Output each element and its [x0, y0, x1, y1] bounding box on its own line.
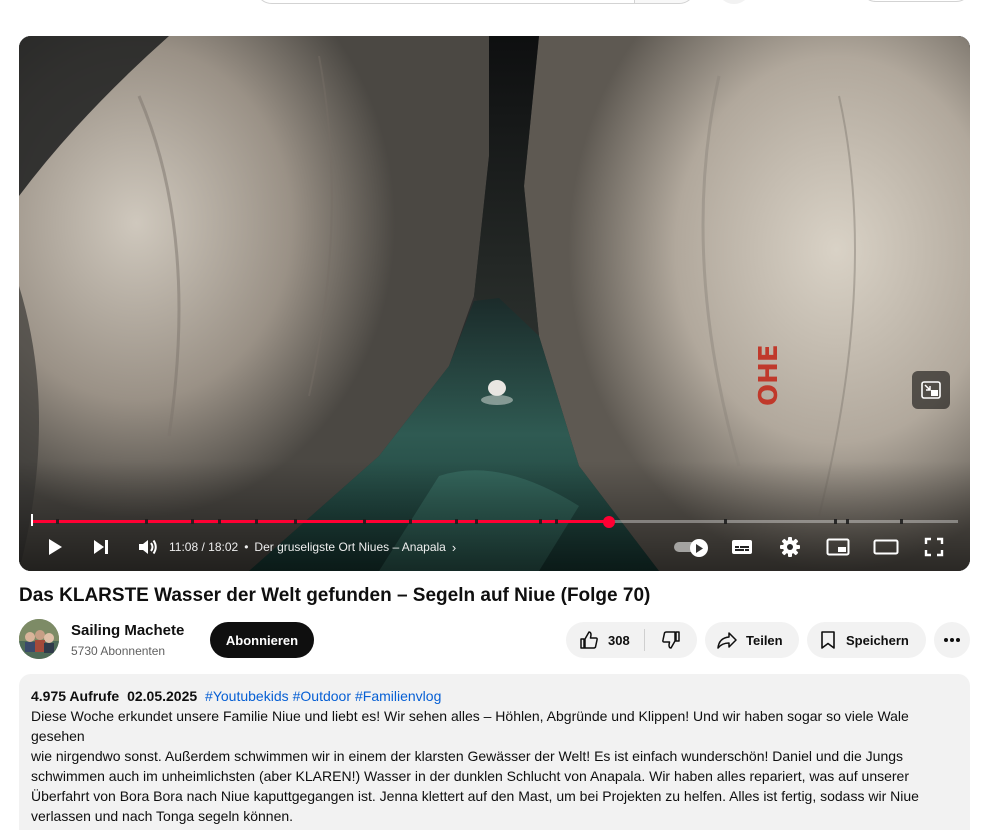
- miniplayer-expand-button[interactable]: [912, 371, 950, 409]
- description-line: verlassen und nach Tonga segeln können.: [31, 808, 294, 824]
- chevron-right-icon: ›: [451, 539, 457, 555]
- subtitles-button[interactable]: [730, 536, 754, 558]
- fullscreen-button[interactable]: [922, 536, 946, 558]
- masthead: [0, 0, 991, 8]
- hashtag-link[interactable]: #Youtubekids: [205, 688, 289, 704]
- description-line: schwimmen auch im unheimlichsten (aber K…: [31, 768, 910, 784]
- description-meta: 4.975 Aufrufe 02.05.2025 #Youtubekids #Ou…: [31, 686, 958, 706]
- next-icon: [94, 540, 108, 554]
- graffiti-text: OHE: [754, 344, 784, 406]
- theater-button[interactable]: [873, 536, 899, 558]
- chapter-marker: [539, 519, 542, 524]
- expand-icon: [921, 381, 941, 399]
- chapter-marker: [724, 519, 727, 524]
- volume-icon: [139, 539, 157, 555]
- sign-in-button[interactable]: [860, 0, 972, 2]
- chapter-start-marker: [31, 514, 33, 526]
- description-line: Diese Woche erkundet unsere Familie Niue…: [31, 708, 909, 744]
- chapter-marker: [218, 519, 221, 524]
- subscribe-button[interactable]: Abonnieren: [210, 622, 314, 658]
- chapter-marker: [409, 519, 412, 524]
- chapter-bullet: •: [244, 540, 249, 554]
- progress-bar[interactable]: [31, 514, 958, 528]
- play-icon: [49, 539, 62, 555]
- fullscreen-icon: [924, 537, 944, 557]
- play-button[interactable]: [43, 536, 67, 558]
- settings-button[interactable]: [778, 536, 802, 558]
- time-current: 11:08: [169, 540, 199, 554]
- mute-button[interactable]: [136, 536, 160, 558]
- description-text: Diese Woche erkundet unsere Familie Niue…: [31, 706, 958, 826]
- share-label: Teilen: [746, 632, 783, 648]
- upload-date: 02.05.2025: [127, 688, 198, 704]
- theater-icon: [873, 539, 899, 555]
- like-count: 308: [608, 632, 630, 648]
- more-icon: [944, 638, 960, 642]
- save-button[interactable]: Speichern: [807, 622, 926, 658]
- chapter-marker: [255, 519, 258, 524]
- autoplay-toggle[interactable]: [674, 539, 710, 557]
- scrub-handle[interactable]: [603, 516, 615, 528]
- channel-avatar-image: [19, 619, 59, 659]
- channel-name[interactable]: Sailing Machete: [71, 622, 184, 639]
- description-box[interactable]: 4.975 Aufrufe 02.05.2025 #Youtubekids #Ou…: [19, 674, 970, 830]
- chapter-title: Der gruseligste Ort Niues – Anapala: [254, 540, 446, 554]
- like-button[interactable]: 308: [566, 622, 645, 658]
- thumbs-down-icon: [662, 631, 680, 649]
- chapter-marker: [294, 519, 297, 524]
- hashtag-link[interactable]: #Outdoor: [293, 688, 351, 704]
- subtitles-icon: [732, 540, 752, 554]
- autoplay-knob: [690, 539, 708, 557]
- more-actions-button[interactable]: [934, 622, 970, 658]
- chapter-marker: [555, 519, 558, 524]
- share-button[interactable]: Teilen: [705, 622, 799, 658]
- search-button[interactable]: [634, 0, 696, 4]
- chapter-marker: [191, 519, 194, 524]
- time-and-chapter[interactable]: 11:08 / 18:02 • Der gruseligste Ort Niue…: [169, 536, 456, 558]
- thumbs-up-icon: [580, 631, 598, 649]
- video-player[interactable]: OHE 11:08 / 18:02 • Der gruseligste Ort …: [19, 36, 970, 571]
- miniplayer-icon: [826, 538, 850, 556]
- next-button[interactable]: [89, 536, 113, 558]
- share-icon: [717, 632, 737, 649]
- chapter-marker: [145, 519, 148, 524]
- bookmark-icon: [821, 631, 835, 649]
- chapter-marker: [846, 519, 849, 524]
- miniplayer-button[interactable]: [825, 536, 851, 558]
- chapter-marker: [834, 519, 837, 524]
- chapter-marker: [363, 519, 366, 524]
- time-total: 18:02: [208, 540, 239, 554]
- view-count: 4.975 Aufrufe: [31, 688, 120, 704]
- search-input[interactable]: [255, 0, 635, 4]
- chapter-marker: [455, 519, 458, 524]
- save-label: Speichern: [846, 632, 909, 648]
- progress-played: [31, 520, 609, 523]
- chapter-marker: [56, 519, 59, 524]
- chapter-marker: [475, 519, 478, 524]
- chapter-marker: [900, 519, 903, 524]
- gear-icon: [780, 537, 800, 557]
- voice-search-button[interactable]: [717, 0, 751, 4]
- avatar[interactable]: [19, 619, 59, 659]
- subscriber-count: 5730 Abonnenten: [71, 644, 166, 658]
- autoplay-play-icon: [696, 543, 703, 553]
- video-title: Das KLARSTE Wasser der Welt gefunden – S…: [19, 585, 651, 606]
- dislike-button[interactable]: [645, 622, 697, 658]
- description-line: wie nirgendwo sonst. Außerdem schwimmen …: [31, 748, 904, 764]
- time-separator: /: [201, 540, 205, 554]
- description-line: Überfahrt von Bora Bora nach Niue kaputt…: [31, 788, 919, 804]
- hashtag-link[interactable]: #Familienvlog: [355, 688, 441, 704]
